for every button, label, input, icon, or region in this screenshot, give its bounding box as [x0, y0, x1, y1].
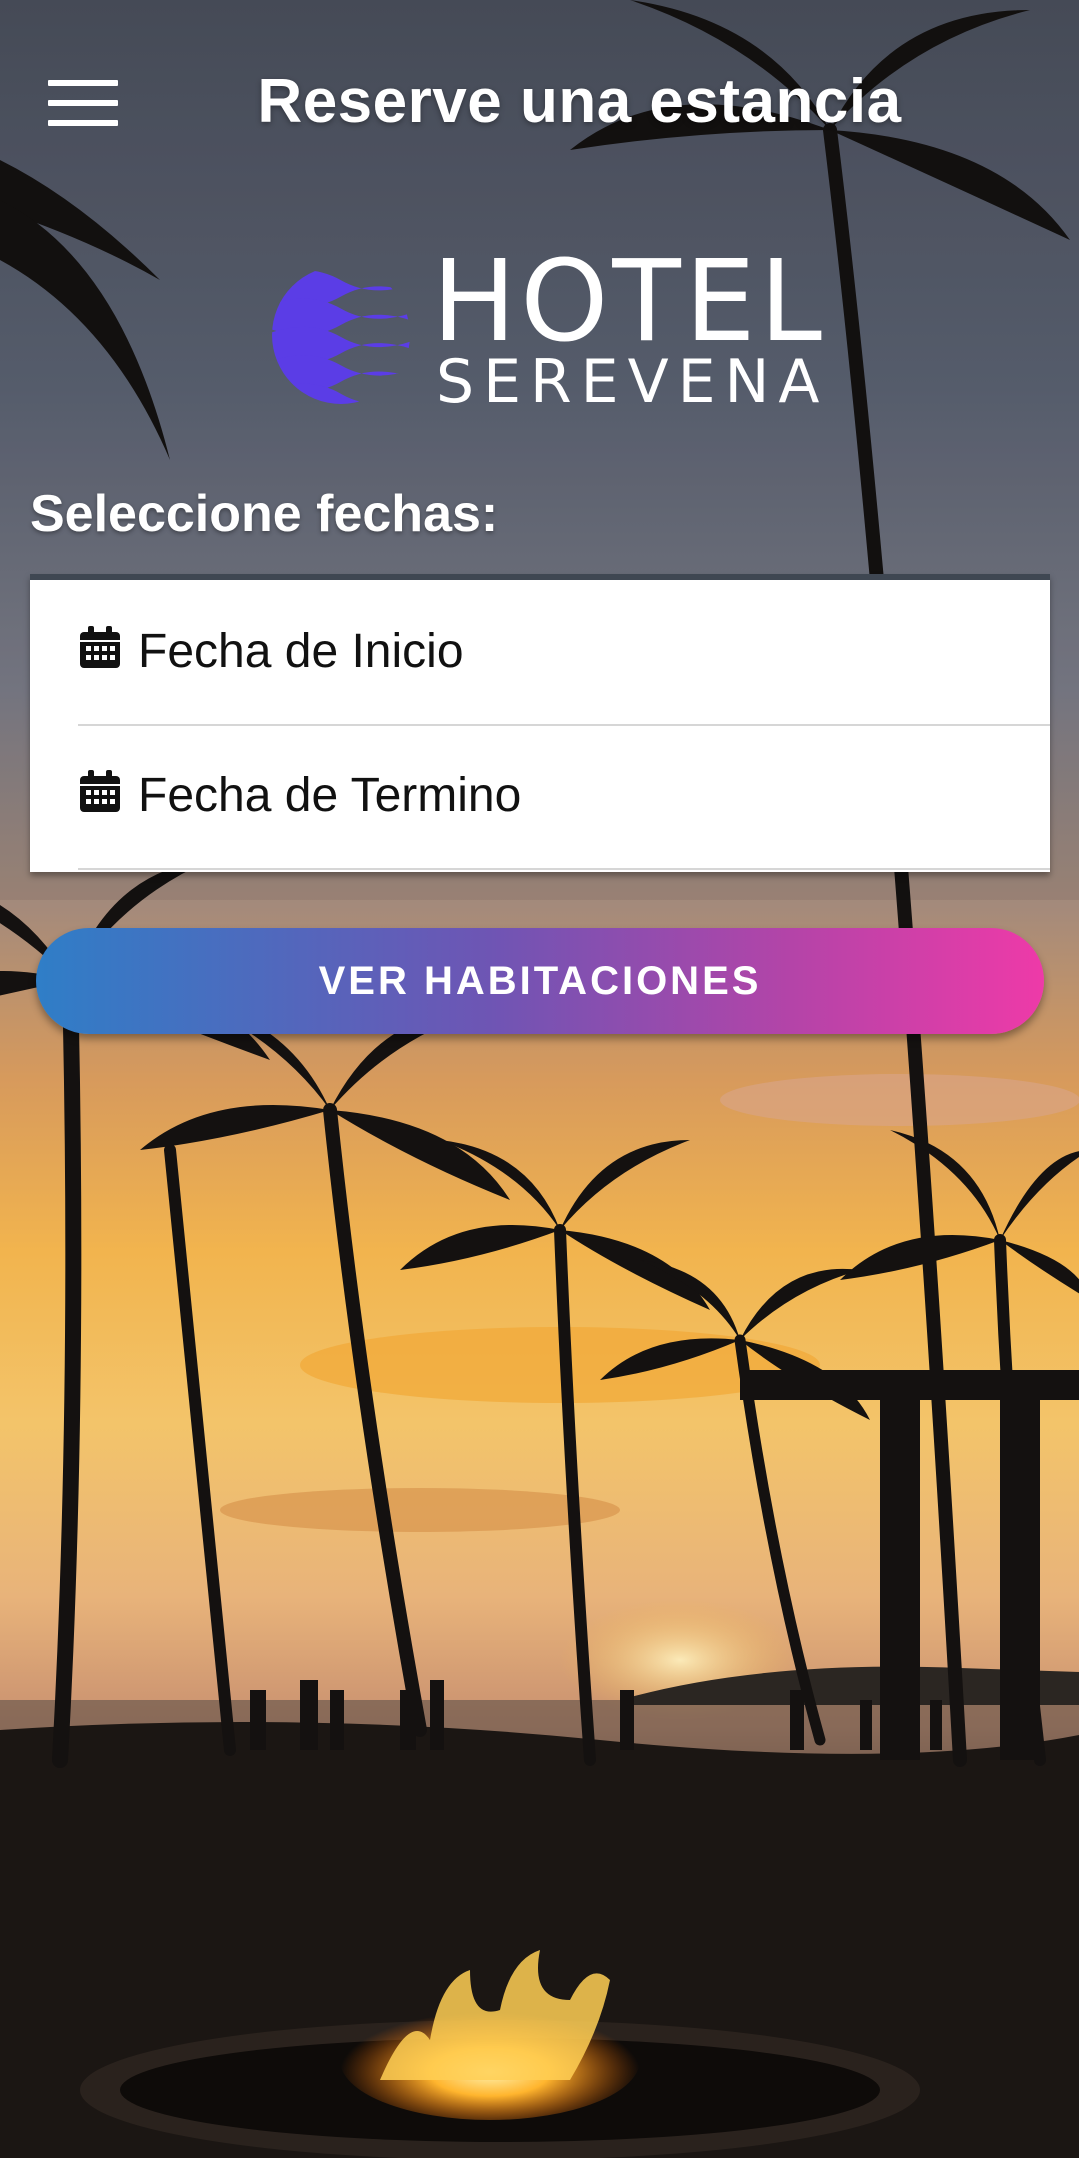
date-selection-card: Fecha de Inicio Fecha de Termino: [30, 574, 1050, 872]
page-title: Reserve una estancia: [257, 67, 902, 136]
app-header: Reserve una estancia: [0, 0, 1079, 210]
logo-text-serevena: SEREVENA: [436, 347, 829, 417]
start-date-text: Fecha de Inicio: [138, 625, 464, 678]
menu-bar: [48, 100, 118, 106]
calendar-icon: [80, 770, 120, 812]
end-date-text: Fecha de Termino: [138, 769, 522, 822]
start-date-field[interactable]: Fecha de Inicio: [78, 580, 1050, 726]
hamburger-menu-icon[interactable]: [48, 78, 118, 130]
logo-waves-icon: [272, 270, 410, 404]
view-rooms-button[interactable]: VER HABITACIONES: [36, 928, 1044, 1034]
logo-text-hotel: HOTEL: [432, 237, 826, 367]
menu-bar: [48, 120, 118, 126]
menu-bar: [48, 80, 118, 86]
dates-label: Seleccione fechas:: [30, 485, 499, 543]
hotel-logo: HOTEL SEREVENA: [268, 246, 829, 418]
calendar-icon: [80, 626, 120, 668]
end-date-field[interactable]: Fecha de Termino: [78, 724, 1050, 870]
